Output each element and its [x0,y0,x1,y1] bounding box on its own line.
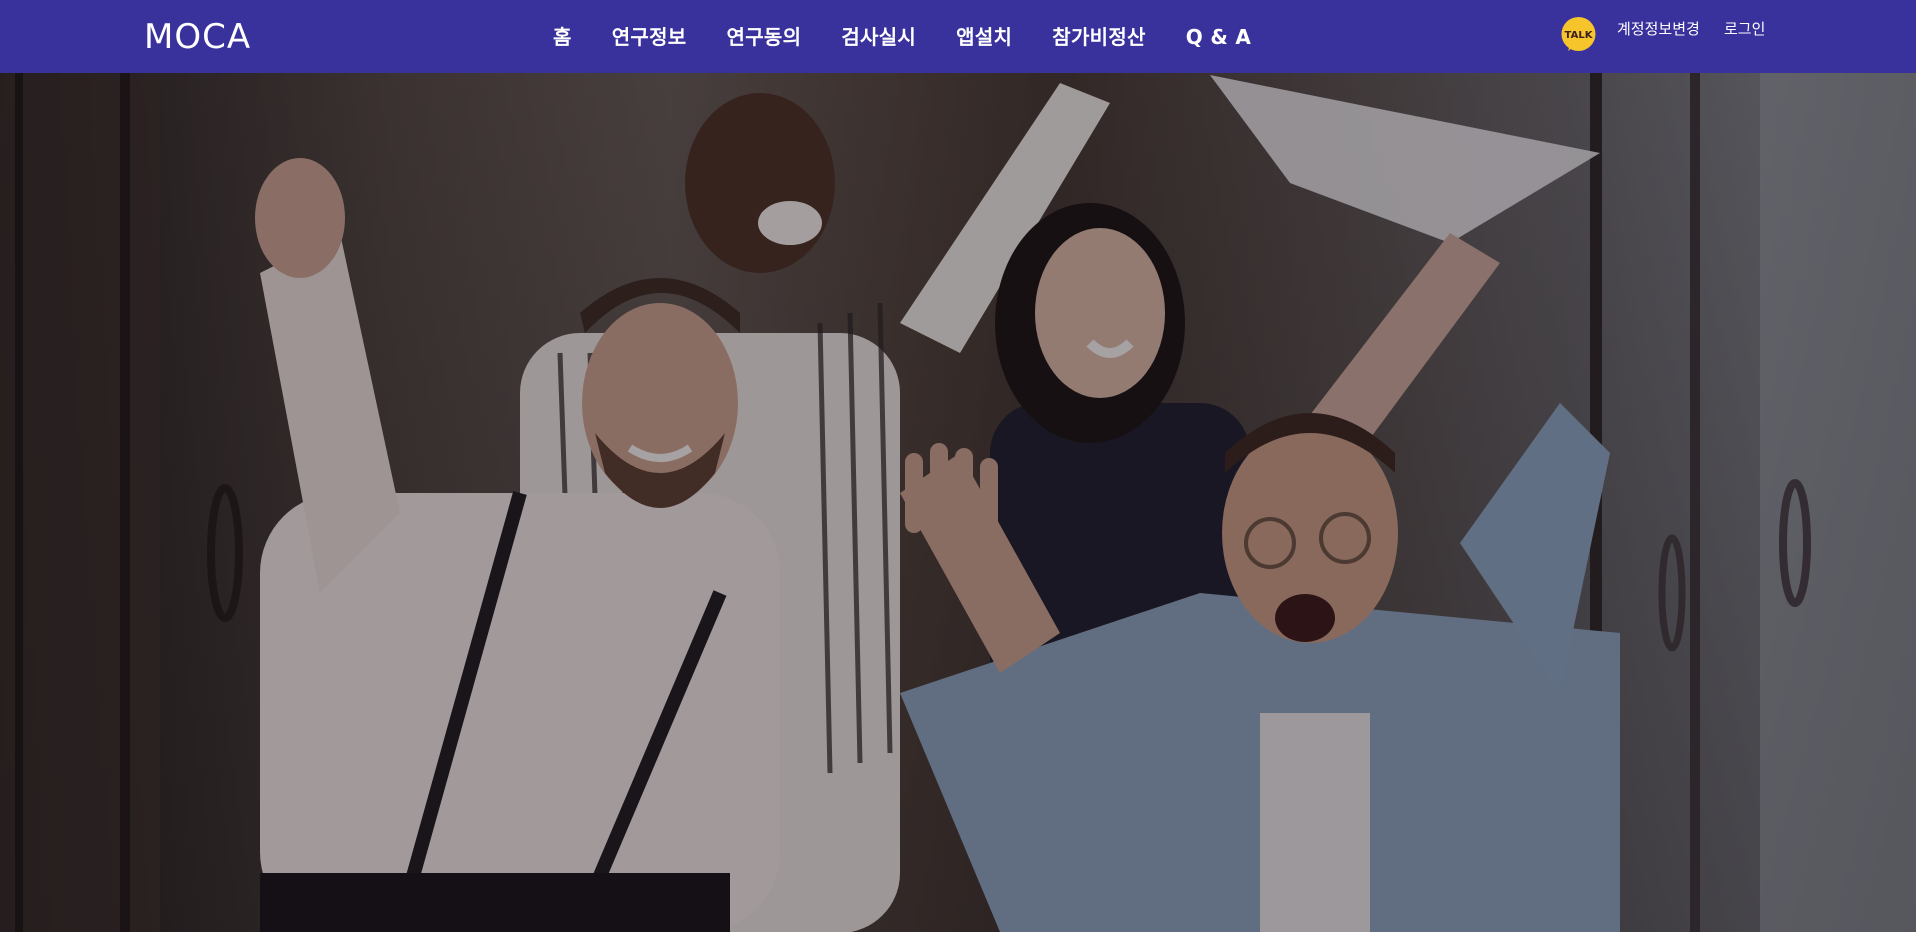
nav-item-research-consent[interactable]: 연구동의 [727,27,802,47]
nav-item-test[interactable]: 검사실시 [841,27,916,47]
nav-item-app-install[interactable]: 앱설치 [956,27,1012,47]
nav-item-home[interactable]: 홈 [553,27,572,47]
nav-item-qna[interactable]: Q & A [1186,27,1251,47]
top-navigation-bar: MOCA 홈 연구정보 연구동의 검사실시 앱설치 참가비정산 Q & A TA… [0,0,1916,73]
moca-logo[interactable]: MOCA [144,16,274,56]
hero-banner-image [0,73,1916,932]
account-settings-link[interactable]: 계정정보변경 [1617,22,1700,37]
hero-dark-overlay [0,73,1916,932]
nav-item-research-info[interactable]: 연구정보 [612,27,687,47]
logo-text: MOCA [144,17,251,56]
talk-badge-label: TALK [1565,30,1594,41]
main-menu: 홈 연구정보 연구동의 검사실시 앱설치 참가비정산 Q & A [553,0,1291,73]
nav-item-fee-settlement[interactable]: 참가비정산 [1052,27,1146,47]
login-link[interactable]: 로그인 [1724,22,1765,37]
kakao-talk-icon[interactable]: TALK [1560,17,1597,53]
